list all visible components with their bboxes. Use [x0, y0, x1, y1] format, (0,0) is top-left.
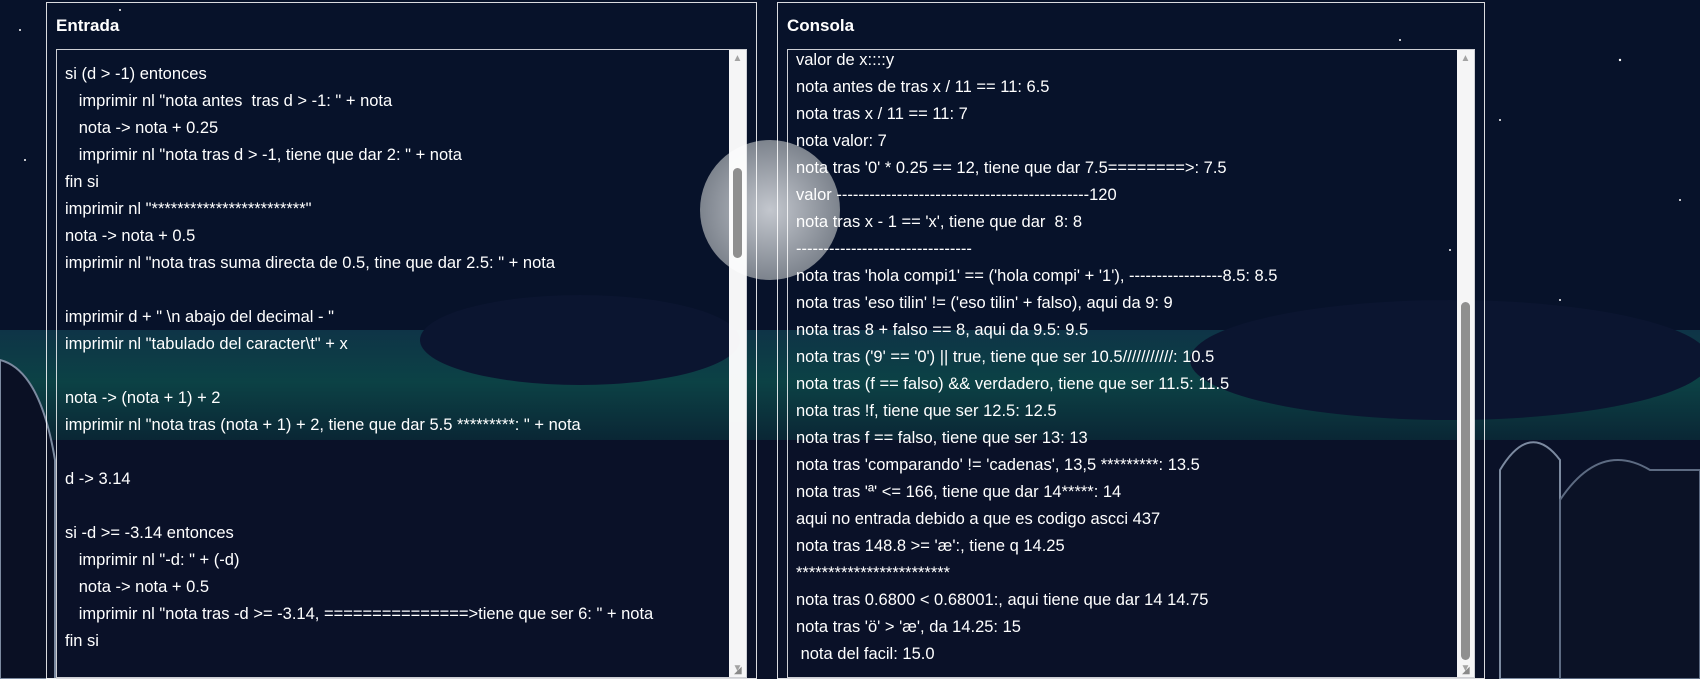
text-line: nota tras 'comparando' != 'cadenas', 13,… — [796, 456, 1200, 474]
text-line: fin si — [65, 632, 99, 650]
text-line: nota valor: 7 — [796, 132, 887, 150]
text-line: imprimir nl "nota antes tras d > -1: " +… — [65, 92, 393, 110]
consola-output[interactable]: valor de x::::ynota antes de tras x / 11… — [787, 49, 1475, 678]
resize-handle-icon[interactable]: ◢ — [1462, 666, 1472, 676]
text-line: nota tras '0' * 0.25 == 12, tiene que da… — [796, 159, 1227, 177]
text-line: imprimir nl "nota tras suma directa de 0… — [65, 254, 556, 272]
text-line: nota -> nota + 0.5 — [65, 227, 196, 245]
text-line: imprimir nl "nota tras d > -1, tiene que… — [65, 146, 462, 164]
text-line: imprimir nl "tabulado del caracter\t" + … — [65, 335, 348, 353]
text-line: nota tras x - 1 == 'x', tiene que dar 8:… — [796, 213, 1083, 231]
text-line: aqui no entrada debido a que es codigo a… — [796, 510, 1161, 528]
text-line: si (d > -1) entonces — [65, 65, 207, 83]
text-line: si -d >= -3.14 entonces — [65, 524, 234, 542]
text-line: fin si — [65, 173, 99, 191]
text-line: -------------------------------- — [796, 240, 972, 258]
text-line: nota tras ('9' == '0') || true, tiene qu… — [796, 348, 1215, 366]
entrada-code: si (d > -1) entonces imprimir nl "nota a… — [65, 61, 718, 655]
text-line — [65, 493, 718, 520]
text-line: nota tras 'ö' > 'æ', da 14.25: 15 — [796, 618, 1021, 636]
text-line: nota tras !f, tiene que ser 12.5: 12.5 — [796, 402, 1057, 420]
scroll-up-arrow-icon[interactable]: ▲ — [1457, 50, 1474, 67]
text-line: nota tras 8 + falso == 8, aqui da 9.5: 9… — [796, 321, 1089, 339]
text-line: nota tras 'ª' <= 166, tiene que dar 14**… — [796, 483, 1122, 501]
text-line — [65, 277, 718, 304]
text-line: imprimir d + " \n abajo del decimal - " — [65, 308, 334, 326]
text-line: nota tras 148.8 >= 'æ':, tiene q 14.25 — [796, 537, 1065, 555]
text-line: nota tras (f == falso) && verdadero, tie… — [796, 375, 1230, 393]
text-line: nota -> (nota + 1) + 2 — [65, 389, 221, 407]
text-line: imprimir nl "************************" — [65, 200, 312, 218]
consola-scroll-thumb[interactable] — [1461, 302, 1470, 660]
text-line: nota tras 0.6800 < 0.68001:, aqui tiene … — [796, 591, 1209, 609]
entrada-panel: Entrada si (d > -1) entonces imprimir nl… — [46, 2, 757, 679]
entrada-scroll-thumb[interactable] — [733, 167, 742, 258]
entrada-title: Entrada — [56, 16, 120, 35]
text-line: ************************ — [796, 564, 951, 582]
text-line: imprimir nl "nota tras (nota + 1) + 2, t… — [65, 416, 581, 434]
text-line: valor ----------------------------------… — [796, 186, 1117, 204]
consola-scrollbar[interactable]: ▲ ▼ — [1457, 50, 1474, 677]
text-line: nota -> nota + 0.5 — [65, 578, 210, 596]
text-line: nota tras 'hola compi1' == ('hola compi'… — [796, 267, 1278, 285]
text-line: nota -> nota + 0.25 — [65, 119, 219, 137]
entrada-textarea[interactable]: si (d > -1) entonces imprimir nl "nota a… — [56, 49, 747, 678]
text-line: imprimir nl "-d: " + (-d) — [65, 551, 240, 569]
text-line: d -> 3.14 — [65, 470, 131, 488]
scroll-up-arrow-icon[interactable]: ▲ — [729, 50, 746, 67]
consola-title: Consola — [787, 16, 855, 35]
text-line: nota del facil: 15.0 — [796, 645, 935, 663]
text-line: imprimir nl "nota tras -d >= -3.14, ====… — [65, 605, 654, 623]
text-line — [65, 439, 718, 466]
resize-handle-icon[interactable]: ◢ — [734, 666, 744, 676]
text-line: nota tras f == falso, tiene que ser 13: … — [796, 429, 1088, 447]
text-line: valor de x::::y — [796, 51, 895, 69]
entrada-scrollbar[interactable]: ▲ ▼ — [729, 50, 746, 677]
text-line: nota antes de tras x / 11 == 11: 6.5 — [796, 78, 1050, 96]
consola-panel: Consola valor de x::::ynota antes de tra… — [777, 2, 1485, 679]
text-line: nota tras x / 11 == 11: 7 — [796, 105, 968, 123]
consola-text: valor de x::::ynota antes de tras x / 11… — [796, 50, 1446, 668]
text-line: nota tras 'eso tilin' != ('eso tilin' + … — [796, 294, 1173, 312]
text-line — [65, 358, 718, 385]
